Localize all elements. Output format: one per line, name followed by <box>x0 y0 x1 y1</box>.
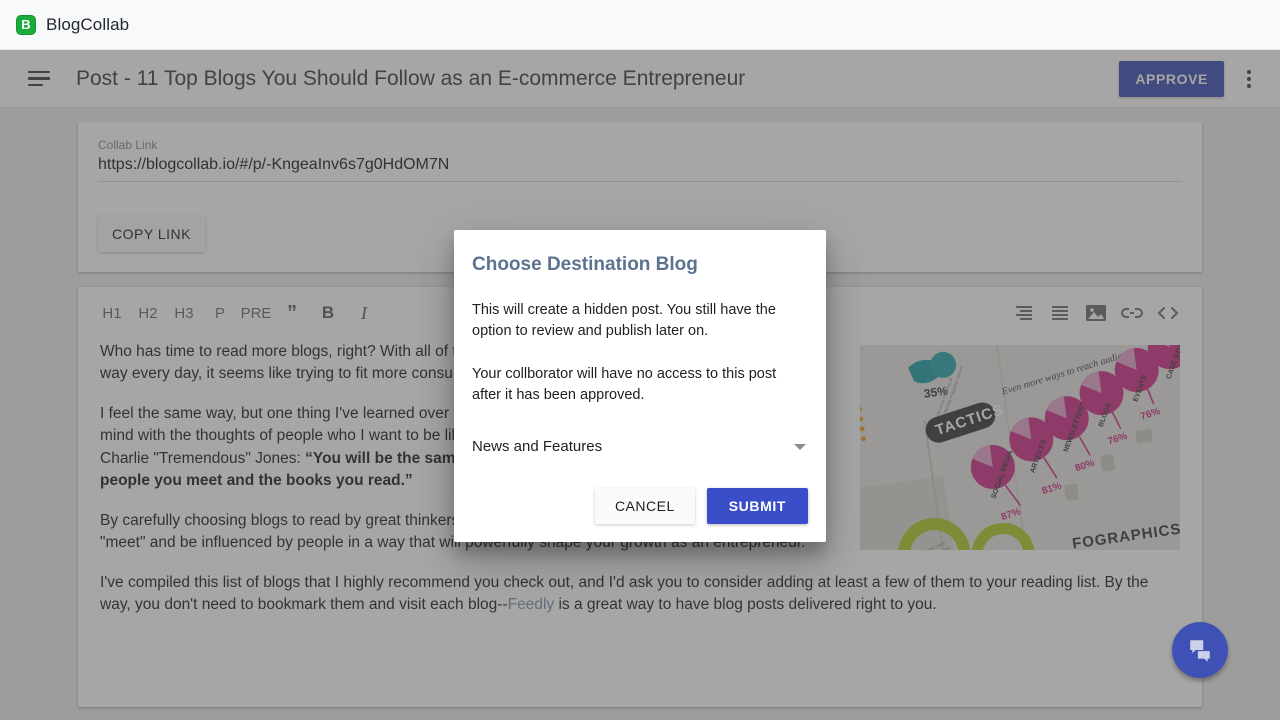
cancel-button[interactable]: CANCEL <box>595 488 695 524</box>
logo-letter: B <box>21 18 30 31</box>
app-root: B BlogCollab Post - 11 Top Blogs You Sho… <box>0 0 1280 720</box>
dialog-body-text-2: Your collborator will have no access to … <box>472 364 808 406</box>
choose-destination-dialog: Choose Destination Blog This will create… <box>454 230 826 542</box>
submit-button[interactable]: SUBMIT <box>707 488 808 524</box>
chevron-down-icon <box>794 444 806 450</box>
chat-bubble-icon <box>1187 637 1213 663</box>
dialog-title: Choose Destination Blog <box>472 254 808 276</box>
dialog-actions: CANCEL SUBMIT <box>472 488 808 530</box>
app-title: BlogCollab <box>46 15 129 35</box>
chat-fab-button[interactable] <box>1172 622 1228 678</box>
destination-blog-value: News and Features <box>472 438 602 455</box>
destination-blog-select[interactable]: News and Features <box>472 428 808 464</box>
browser-app-bar: B BlogCollab <box>0 0 1280 50</box>
dialog-body-text-1: This will create a hidden post. You stil… <box>472 300 808 342</box>
blogcollab-logo-icon: B <box>16 15 36 35</box>
